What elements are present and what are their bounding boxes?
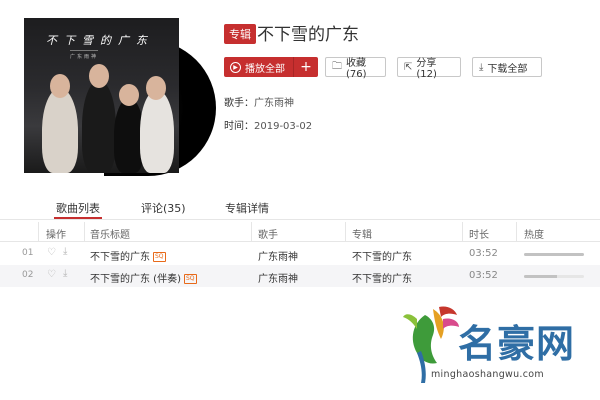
album-date-row: 时间：2019-03-02 (224, 117, 312, 132)
song-album[interactable]: 不下雪的广东 (352, 248, 412, 263)
active-tab-indicator (54, 217, 102, 219)
header-artist: 歌手 (258, 230, 278, 241)
album-title: 不下雪的广东 (257, 25, 359, 45)
tab-song-list[interactable]: 歌曲列表 (56, 200, 100, 216)
song-row[interactable]: 01 ♡ ⤓ 不下雪的广东 SQ 广东雨神 不下雪的广东 03:52 (0, 243, 600, 265)
heart-icon[interactable]: ♡ (47, 269, 56, 280)
popularity-bar (524, 275, 584, 278)
album-badge: 专辑 (224, 24, 256, 44)
download-icon[interactable]: ⤓ (63, 268, 67, 279)
track-number: 01 (22, 248, 34, 258)
header-popularity: 热度 (524, 230, 544, 241)
share-icon: ⇱ (404, 61, 413, 73)
song-title-text: 不下雪的广东 (90, 252, 150, 263)
cover-face (146, 76, 166, 100)
popularity-fill (524, 253, 584, 256)
song-duration: 03:52 (469, 270, 498, 281)
play-all-button[interactable]: ▶ 播放全部 (224, 57, 294, 77)
heart-icon[interactable]: ♡ (47, 247, 56, 258)
song-artist[interactable]: 广东雨神 (258, 248, 298, 263)
watermark-brand: 名豪网 (458, 322, 576, 366)
song-title[interactable]: 不下雪的广东 (伴奏) SQ (90, 270, 197, 285)
song-album[interactable]: 不下雪的广东 (352, 270, 412, 285)
cover-title-text: 不下雪的广东 (46, 34, 154, 47)
song-table-header: 操作 音乐标题 歌手 专辑 时长 热度 (0, 222, 600, 242)
column-divider (462, 222, 463, 242)
artist-label: 歌手： (224, 98, 254, 109)
album-tabs: 歌曲列表 评论(35) 专辑详情 (0, 196, 600, 220)
header-album: 专辑 (352, 230, 372, 241)
song-title-text: 不下雪的广东 (伴奏) (90, 274, 181, 285)
popularity-fill (524, 275, 557, 278)
artist-link[interactable]: 广东雨神 (254, 98, 294, 109)
column-divider (516, 222, 517, 242)
album-cover-area: 不下雪的广东 广东雨神 (24, 18, 216, 176)
date-label: 时间： (224, 121, 254, 132)
download-icon[interactable]: ⤓ (63, 246, 67, 257)
cover-figure (42, 88, 78, 173)
sq-quality-badge: SQ (153, 252, 166, 262)
folder-plus-icon: 🗀 (332, 60, 342, 72)
cover-face (89, 64, 109, 88)
add-to-playlist-button[interactable]: + (294, 57, 318, 77)
header-duration: 时长 (469, 230, 489, 241)
share-button[interactable]: ⇱ 分享(12) (397, 57, 461, 80)
album-cover-image[interactable]: 不下雪的广东 广东雨神 (24, 18, 179, 173)
column-divider (345, 222, 346, 242)
album-artist-row: 歌手：广东雨神 (224, 94, 294, 109)
play-icon: ▶ (230, 61, 241, 73)
song-row[interactable]: 02 ♡ ⤓ 不下雪的广东 (伴奏) SQ 广东雨神 不下雪的广东 03:52 (0, 265, 600, 287)
column-divider (38, 222, 39, 242)
cover-face (119, 84, 139, 106)
cover-figure (82, 80, 116, 173)
release-date: 2019-03-02 (254, 121, 313, 132)
track-number: 02 (22, 270, 34, 280)
watermark-logo: 名豪网 minghaoshangwu.com (403, 305, 593, 390)
collect-button[interactable]: 🗀 收藏(76) (325, 57, 386, 80)
collect-label: 收藏(76) (346, 58, 367, 80)
column-divider (84, 222, 85, 242)
song-duration: 03:52 (469, 248, 498, 259)
download-label: 下载全部 (487, 63, 528, 75)
sq-quality-badge: SQ (183, 274, 197, 284)
cover-subtitle-text: 广东雨神 (70, 50, 99, 60)
header-actions: 操作 (46, 230, 66, 241)
song-title[interactable]: 不下雪的广东 SQ (90, 248, 166, 263)
play-button-group: ▶ 播放全部 + (224, 57, 318, 77)
cover-face (50, 74, 70, 98)
download-all-button[interactable]: ⤓ 下载全部 (472, 57, 542, 77)
download-icon: ⤓ (479, 61, 484, 73)
tab-comments[interactable]: 评论(35) (141, 200, 186, 216)
tab-album-details[interactable]: 专辑详情 (225, 200, 269, 216)
watermark-url: minghaoshangwu.com (431, 369, 544, 380)
header-title: 音乐标题 (90, 230, 130, 241)
song-artist[interactable]: 广东雨神 (258, 270, 298, 285)
popularity-bar (524, 253, 584, 256)
cover-figure (140, 90, 174, 173)
play-all-label: 播放全部 (245, 63, 285, 75)
share-label: 分享(12) (416, 58, 437, 80)
column-divider (251, 222, 252, 242)
